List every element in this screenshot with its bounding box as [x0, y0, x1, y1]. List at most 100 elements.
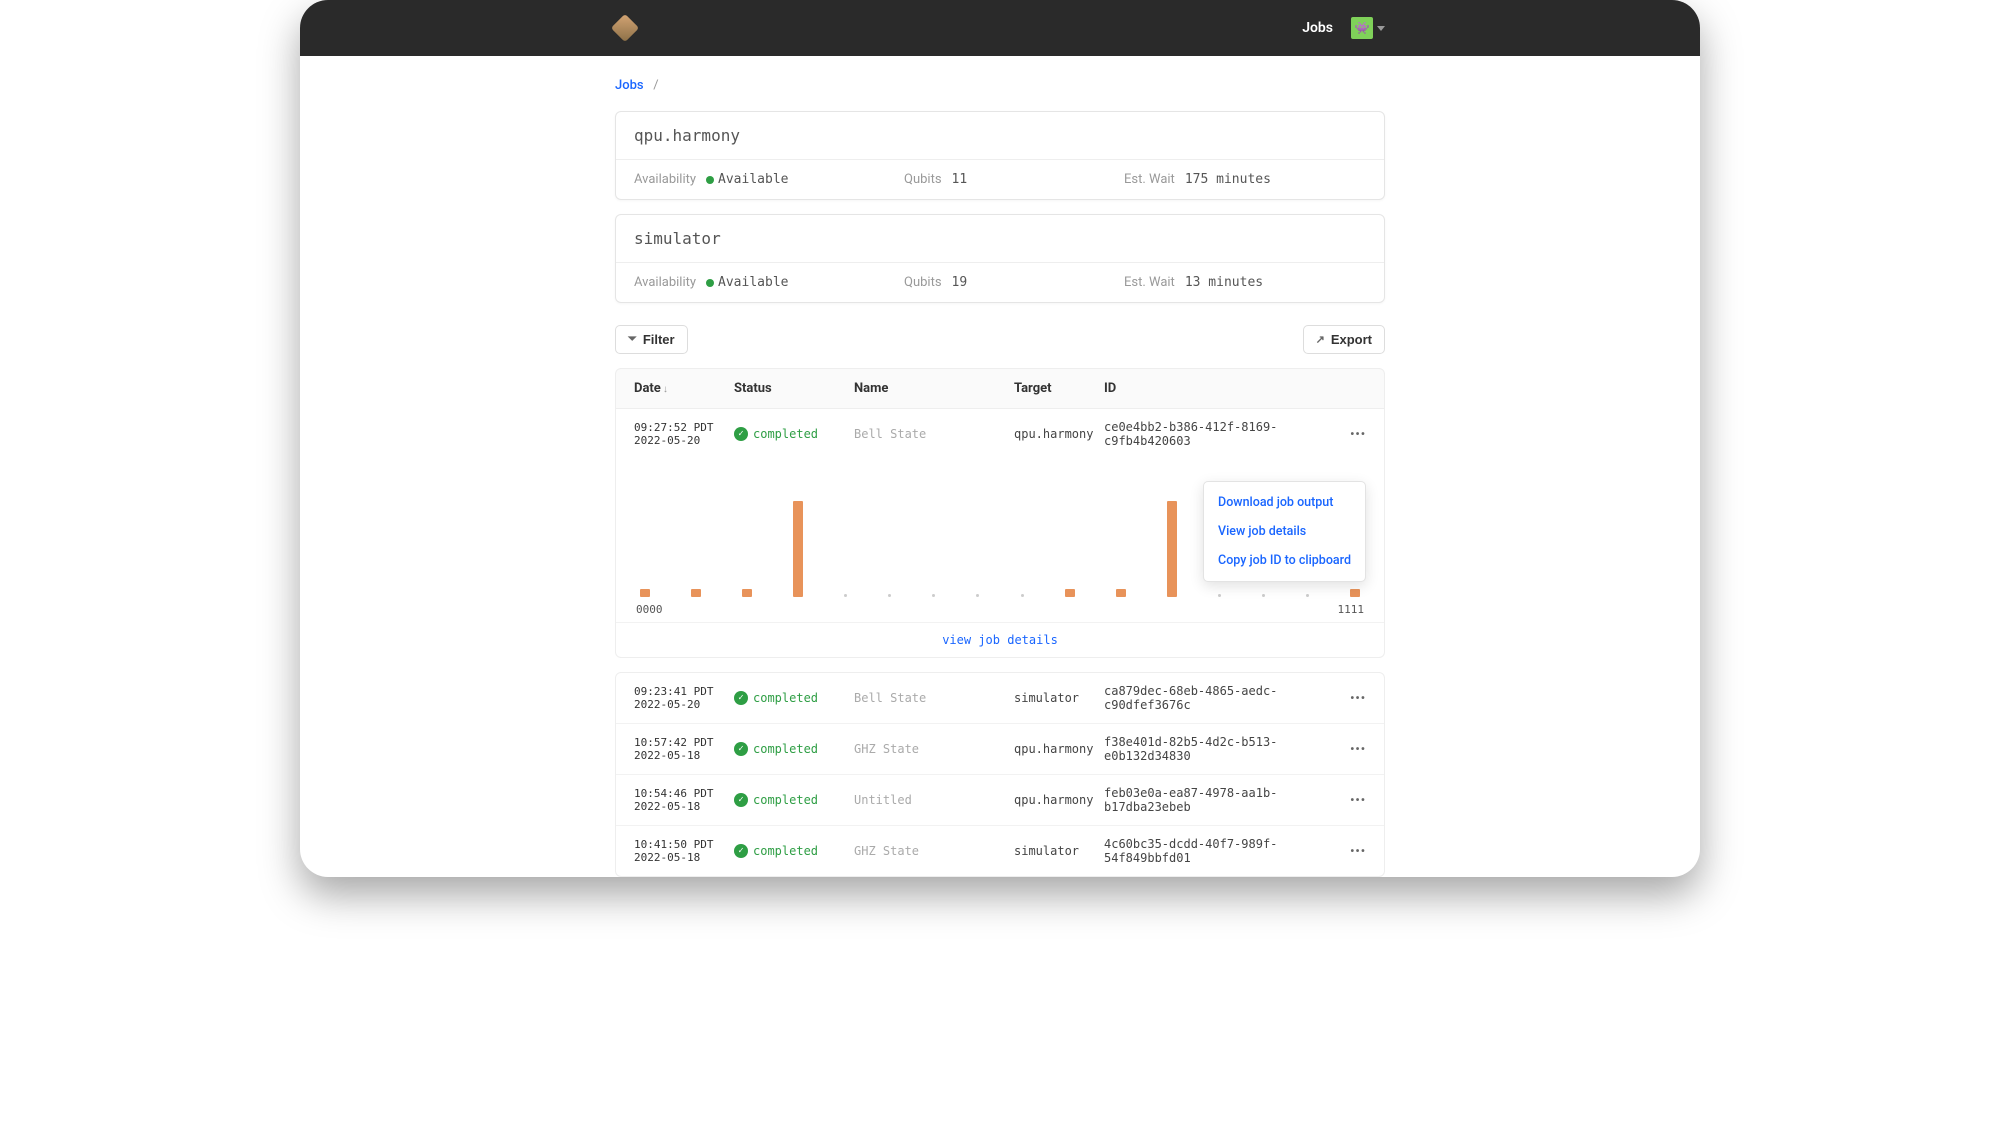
status-dot-icon — [706, 279, 714, 287]
check-icon: ✓ — [734, 742, 748, 756]
job-more-button[interactable]: ••• — [1336, 742, 1366, 756]
table-row[interactable]: 09:23:41 PDT2022-05-20 ✓completed Bell S… — [616, 673, 1384, 723]
histogram: Download job output View job details Cop… — [616, 459, 1384, 622]
device-card[interactable]: simulator Availability Available Qubits 19… — [615, 214, 1385, 303]
device-card[interactable]: qpu.harmony Availability Available Qubits… — [615, 111, 1385, 200]
job-target: qpu.harmony — [1014, 793, 1104, 807]
job-more-button[interactable]: ••• — [1336, 793, 1366, 807]
histogram-bar — [888, 594, 891, 597]
check-icon: ✓ — [734, 691, 748, 705]
status-dot-icon — [706, 176, 714, 184]
job-status: ✓completed — [734, 793, 854, 807]
histogram-bar — [1218, 594, 1221, 597]
histogram-bar — [691, 589, 701, 597]
menu-download[interactable]: Download job output — [1204, 488, 1365, 517]
job-id: ce0e4bb2-b386-412f-8169-c9fb4b420603 — [1104, 420, 1336, 448]
export-icon: ↗ — [1316, 333, 1325, 346]
job-list: 09:23:41 PDT2022-05-20 ✓completed Bell S… — [615, 672, 1385, 877]
qubits-value: 19 — [952, 275, 968, 290]
export-label: Export — [1331, 332, 1372, 347]
job-more-button[interactable]: ••• — [1336, 691, 1366, 705]
availability-value: Available — [718, 275, 788, 290]
job-timestamp: 10:41:50 PDT2022-05-18 — [634, 838, 734, 864]
job-status: ✓ completed — [734, 427, 854, 441]
job-name: Bell State — [854, 427, 1014, 441]
histogram-bar — [1065, 589, 1075, 597]
chart-label-right: 1111 — [1338, 603, 1365, 616]
wait-value: 175 minutes — [1185, 172, 1271, 187]
histogram-bar — [1021, 594, 1024, 597]
check-icon: ✓ — [734, 793, 748, 807]
col-id[interactable]: ID — [1104, 381, 1336, 396]
job-target: qpu.harmony — [1014, 742, 1104, 756]
topbar: Jobs 👾 — [300, 0, 1700, 56]
job-more-button[interactable]: ••• — [1336, 844, 1366, 858]
filter-button[interactable]: ⏷ Filter — [615, 325, 688, 354]
avatar-icon: 👾 — [1351, 17, 1373, 39]
qubits-label: Qubits — [904, 172, 942, 187]
check-icon: ✓ — [734, 427, 748, 441]
histogram-bar — [1350, 589, 1360, 597]
job-name: Bell State — [854, 691, 1014, 705]
job-id: feb03e0a-ea87-4978-aa1b-b17dba23ebeb — [1104, 786, 1336, 814]
user-menu[interactable]: 👾 — [1351, 17, 1385, 39]
job-timestamp: 09:27:52 PDT2022-05-20 — [634, 421, 734, 447]
sort-desc-icon: ↓ — [663, 384, 668, 395]
logo-icon — [611, 14, 639, 42]
histogram-bar — [1306, 594, 1309, 597]
job-timestamp: 10:57:42 PDT2022-05-18 — [634, 736, 734, 762]
histogram-bar — [1262, 594, 1265, 597]
job-target: qpu.harmony — [1014, 427, 1104, 441]
job-name: GHZ State — [854, 844, 1014, 858]
job-target: simulator — [1014, 691, 1104, 705]
wait-label: Est. Wait — [1124, 172, 1175, 187]
device-name: simulator — [616, 215, 1384, 262]
breadcrumb-jobs[interactable]: Jobs — [615, 78, 644, 93]
check-icon: ✓ — [734, 844, 748, 858]
histogram-bar — [1116, 589, 1126, 597]
histogram-bar — [976, 594, 979, 597]
job-name: Untitled — [854, 793, 1014, 807]
menu-view[interactable]: View job details — [1204, 517, 1365, 546]
chevron-down-icon — [1377, 26, 1385, 31]
histogram-bar — [1167, 501, 1177, 597]
table-header: Date↓ Status Name Target ID — [615, 368, 1385, 409]
qubits-label: Qubits — [904, 275, 942, 290]
export-button[interactable]: ↗ Export — [1303, 325, 1385, 354]
histogram-bar — [742, 589, 752, 597]
filter-label: Filter — [643, 332, 675, 347]
job-more-button[interactable]: ••• — [1336, 427, 1366, 441]
expanded-job: 09:27:52 PDT2022-05-20 ✓ completed Bell … — [615, 409, 1385, 658]
col-target[interactable]: Target — [1014, 381, 1104, 396]
breadcrumb: Jobs / — [615, 78, 1385, 93]
filter-icon: ⏷ — [628, 333, 637, 346]
job-status: ✓completed — [734, 742, 854, 756]
table-row[interactable]: 10:57:42 PDT2022-05-18 ✓completed GHZ St… — [616, 723, 1384, 774]
menu-copy[interactable]: Copy job ID to clipboard — [1204, 546, 1365, 575]
col-status[interactable]: Status — [734, 381, 854, 396]
job-status: ✓completed — [734, 844, 854, 858]
qubits-value: 11 — [952, 172, 968, 187]
histogram-bar — [844, 594, 847, 597]
histogram-bar — [932, 594, 935, 597]
col-name[interactable]: Name — [854, 381, 1014, 396]
chart-label-left: 0000 — [636, 603, 663, 616]
job-id: f38e401d-82b5-4d2c-b513-e0b132d34830 — [1104, 735, 1336, 763]
view-job-details-link[interactable]: view job details — [942, 633, 1058, 647]
col-date[interactable]: Date↓ — [634, 381, 734, 396]
histogram-bar — [640, 589, 650, 597]
job-id: ca879dec-68eb-4865-aedc-c90dfef3676c — [1104, 684, 1336, 712]
wait-label: Est. Wait — [1124, 275, 1175, 290]
job-timestamp: 09:23:41 PDT2022-05-20 — [634, 685, 734, 711]
availability-value: Available — [718, 172, 788, 187]
table-row[interactable]: 10:41:50 PDT2022-05-18 ✓completed GHZ St… — [616, 825, 1384, 876]
job-id: 4c60bc35-dcdd-40f7-989f-54f849bbfd01 — [1104, 837, 1336, 865]
availability-label: Availability — [634, 172, 696, 187]
availability-label: Availability — [634, 275, 696, 290]
job-name: GHZ State — [854, 742, 1014, 756]
job-timestamp: 10:54:46 PDT2022-05-18 — [634, 787, 734, 813]
table-row[interactable]: 10:54:46 PDT2022-05-18 ✓completed Untitl… — [616, 774, 1384, 825]
job-status: ✓completed — [734, 691, 854, 705]
device-name: qpu.harmony — [616, 112, 1384, 159]
nav-jobs[interactable]: Jobs — [1302, 20, 1333, 36]
